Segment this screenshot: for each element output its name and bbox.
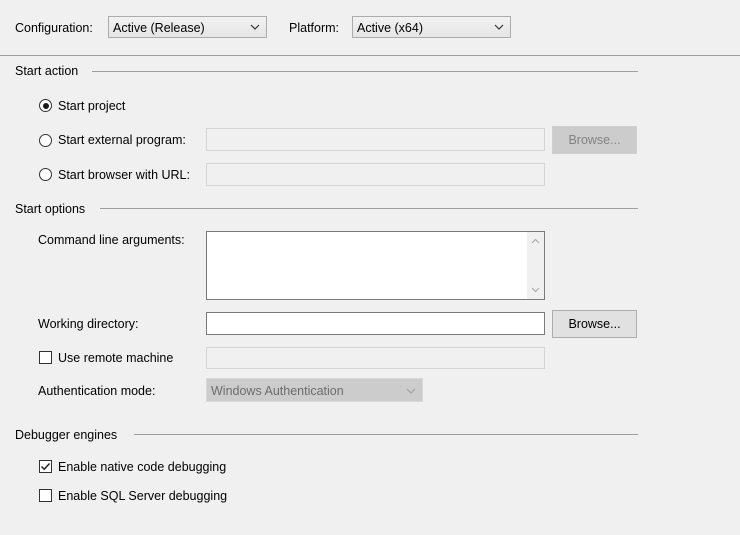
use-remote-machine-label[interactable]: Use remote machine xyxy=(58,350,173,366)
platform-label: Platform: xyxy=(289,21,340,35)
sql-server-debugging-checkbox[interactable] xyxy=(39,489,52,502)
configuration-combobox[interactable]: Active (Release) xyxy=(108,16,267,38)
scroll-down-icon[interactable] xyxy=(531,287,540,293)
start-browser-url-label[interactable]: Start browser with URL: xyxy=(58,167,190,183)
use-remote-machine-checkbox[interactable] xyxy=(39,351,52,364)
working-directory-input[interactable] xyxy=(206,312,545,335)
configuration-value: Active (Release) xyxy=(113,21,205,35)
platform-combobox[interactable]: Active (x64) xyxy=(352,16,511,38)
chevron-down-icon xyxy=(494,24,504,30)
command-line-label: Command line arguments: xyxy=(38,233,185,247)
configuration-label: Configuration: xyxy=(15,21,93,35)
command-line-scrollbar[interactable] xyxy=(527,232,544,299)
authentication-mode-combobox[interactable]: Windows Authentication xyxy=(206,378,423,402)
external-program-input[interactable] xyxy=(206,128,545,151)
start-options-title: Start options xyxy=(15,202,86,216)
command-line-textarea[interactable] xyxy=(206,231,545,300)
start-project-label[interactable]: Start project xyxy=(58,98,125,114)
debugger-engines-title: Debugger engines xyxy=(15,428,118,442)
browser-url-input[interactable] xyxy=(206,163,545,186)
start-browser-url-radio[interactable] xyxy=(39,168,52,181)
start-action-divider xyxy=(92,71,638,72)
platform-value: Active (x64) xyxy=(357,21,423,35)
start-options-divider xyxy=(100,208,638,209)
chevron-down-icon xyxy=(250,24,260,30)
header-divider xyxy=(0,55,740,56)
start-external-program-radio[interactable] xyxy=(39,134,52,147)
start-project-radio[interactable] xyxy=(39,99,52,112)
checkmark-icon xyxy=(41,463,51,471)
scroll-up-icon[interactable] xyxy=(531,238,540,244)
authentication-mode-value: Windows Authentication xyxy=(211,384,344,398)
native-code-debugging-checkbox[interactable] xyxy=(39,460,52,473)
native-code-debugging-label[interactable]: Enable native code debugging xyxy=(58,459,226,475)
start-external-program-label[interactable]: Start external program: xyxy=(58,132,186,148)
sql-server-debugging-label[interactable]: Enable SQL Server debugging xyxy=(58,488,227,504)
start-action-title: Start action xyxy=(15,64,79,78)
external-program-browse-button[interactable]: Browse... xyxy=(552,126,637,154)
authentication-mode-label: Authentication mode: xyxy=(38,384,156,398)
remote-machine-input[interactable] xyxy=(206,347,545,369)
working-directory-browse-button[interactable]: Browse... xyxy=(552,310,637,338)
working-directory-label: Working directory: xyxy=(38,317,139,331)
debugger-engines-divider xyxy=(134,434,638,435)
chevron-down-icon xyxy=(406,388,416,394)
